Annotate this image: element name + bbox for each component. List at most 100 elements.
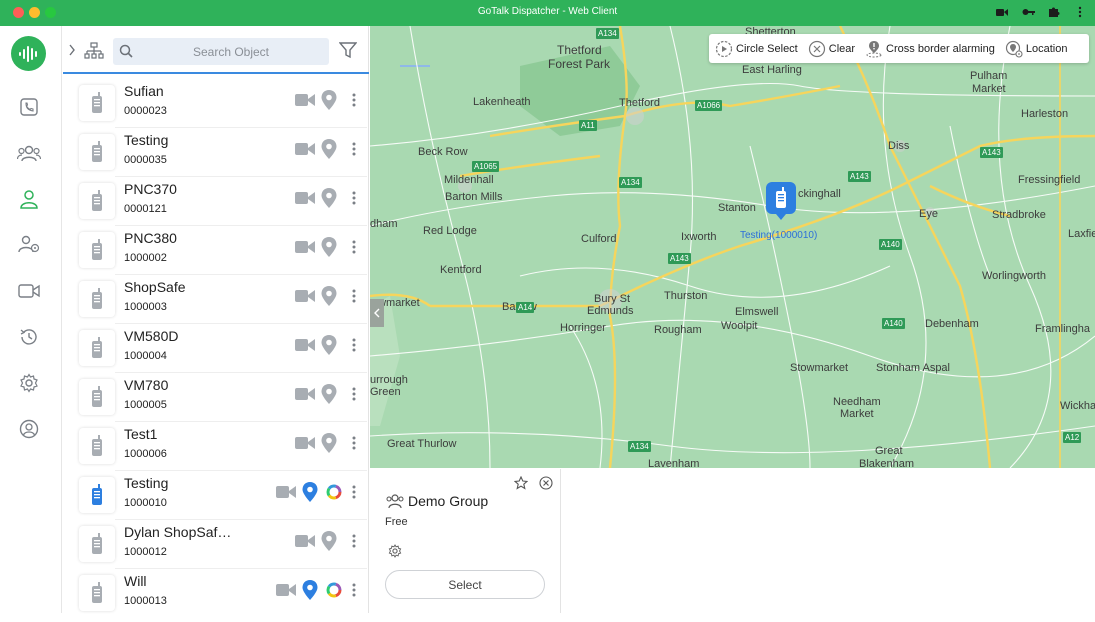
radio-device-icon [79, 575, 115, 611]
puzzle-extension-icon[interactable] [1047, 4, 1061, 20]
map-place-label: Stonham Aspal [876, 362, 950, 374]
location-pin-icon[interactable] [319, 335, 339, 355]
list-item[interactable]: VM580D 1000004 [63, 328, 369, 377]
object-name: VM580D [124, 328, 179, 344]
phone-icon[interactable] [17, 95, 41, 119]
object-name: Test1 [124, 426, 158, 442]
list-item[interactable]: Will 1000013 [63, 573, 369, 622]
more-options-icon[interactable] [344, 433, 364, 453]
more-options-icon[interactable] [344, 90, 364, 110]
location-pin-icon[interactable] [319, 531, 339, 551]
video-call-icon[interactable] [295, 237, 315, 257]
object-name: PNC370 [124, 181, 177, 197]
location-settings-icon [1005, 40, 1023, 58]
list-item[interactable]: Sufian 0000023 [63, 83, 369, 132]
filter-icon[interactable] [338, 42, 358, 64]
select-group-button[interactable]: Select [385, 570, 545, 599]
map-place-label: Edmunds [587, 305, 634, 317]
search-box [113, 38, 329, 65]
location-pin-icon[interactable] [319, 237, 339, 257]
close-icon[interactable] [539, 476, 553, 495]
video-call-icon[interactable] [295, 139, 315, 159]
key-extension-icon[interactable] [1021, 4, 1035, 20]
video-call-icon[interactable] [295, 335, 315, 355]
video-call-icon[interactable] [295, 188, 315, 208]
groups-icon[interactable] [17, 141, 41, 165]
list-item[interactable]: Testing 0000035 [63, 132, 369, 181]
org-tree-icon[interactable] [84, 42, 104, 65]
collapse-panel-handle[interactable] [370, 299, 384, 327]
location-pin-icon[interactable] [319, 286, 339, 306]
clear-button[interactable]: Clear [808, 40, 855, 58]
radio-device-icon [79, 379, 115, 415]
history-icon[interactable] [17, 325, 41, 349]
location-pin-icon[interactable] [319, 188, 339, 208]
clear-label: Clear [828, 42, 856, 55]
object-name: Testing [124, 132, 169, 148]
road-label: A134 [619, 177, 642, 188]
more-options-icon[interactable] [344, 384, 364, 404]
object-list: Sufian 0000023 Testing 0000035 PNC370 00… [63, 83, 369, 622]
video-icon[interactable] [17, 279, 41, 303]
video-call-icon[interactable] [276, 580, 296, 600]
list-item[interactable]: PNC380 1000002 [63, 230, 369, 279]
list-item[interactable]: Test1 1000006 [63, 426, 369, 475]
contacts-icon[interactable] [17, 187, 41, 211]
more-options-icon[interactable] [344, 139, 364, 159]
more-options-icon[interactable] [344, 335, 364, 355]
location-pin-icon[interactable] [319, 384, 339, 404]
list-item[interactable]: PNC370 0000121 [63, 181, 369, 230]
map-place-label: Blakenham [859, 458, 915, 468]
circle-select-button[interactable]: Circle Select [715, 40, 798, 58]
kebab-menu-icon[interactable] [1073, 4, 1087, 20]
more-options-icon[interactable] [344, 286, 364, 306]
list-item[interactable]: ShopSafe 1000003 [63, 279, 369, 328]
object-name: Testing [124, 475, 169, 491]
video-call-icon[interactable] [295, 531, 315, 551]
more-options-icon[interactable] [344, 237, 364, 257]
map-place-label: Harleston [1021, 108, 1069, 120]
map-place-label: dham [370, 218, 398, 230]
list-item[interactable]: Dylan ShopSaf… 1000012 [63, 524, 369, 573]
video-call-icon[interactable] [295, 433, 315, 453]
search-object-input[interactable] [139, 38, 323, 65]
location-button[interactable]: Location [1005, 40, 1067, 58]
map-toolbar: Circle Select Clear Cross border alarmin… [709, 34, 1089, 63]
group-settings-gear-icon[interactable] [388, 544, 402, 563]
radio-device-icon [79, 281, 115, 317]
list-item[interactable]: Testing 1000010 [63, 475, 369, 524]
search-icon [119, 44, 133, 63]
color-wheel-icon[interactable] [324, 580, 344, 600]
object-id: 1000006 [124, 448, 167, 460]
cross-border-alarming-button[interactable]: Cross border alarming [865, 40, 995, 58]
star-favorite-icon[interactable] [513, 475, 529, 495]
location-pin-active-icon[interactable] [300, 482, 320, 502]
video-call-icon[interactable] [295, 384, 315, 404]
more-options-icon[interactable] [344, 188, 364, 208]
radio-device-icon [79, 428, 115, 464]
road-label: A143 [980, 147, 1003, 158]
camera-extension-icon[interactable] [995, 4, 1009, 20]
users-management-icon[interactable] [17, 232, 41, 256]
location-pin-icon[interactable] [319, 90, 339, 110]
device-map-marker[interactable] [766, 182, 796, 220]
profile-icon[interactable] [17, 417, 41, 441]
color-wheel-icon[interactable] [324, 482, 344, 502]
location-pin-active-icon[interactable] [300, 580, 320, 600]
nav-rail [0, 26, 62, 613]
map-view[interactable]: Shetterton Thetford Forest Park East Har… [370, 26, 1095, 468]
video-call-icon[interactable] [276, 482, 296, 502]
video-call-icon[interactable] [295, 90, 315, 110]
more-options-icon[interactable] [344, 580, 364, 600]
radio-device-icon [79, 526, 115, 562]
group-card: Demo Group Free Select [370, 469, 561, 613]
settings-gear-icon[interactable] [17, 371, 41, 395]
video-call-icon[interactable] [295, 286, 315, 306]
location-pin-icon[interactable] [319, 433, 339, 453]
window-titlebar: GoTalk Dispatcher - Web Client [0, 0, 1095, 26]
more-options-icon[interactable] [344, 482, 364, 502]
location-pin-icon[interactable] [319, 139, 339, 159]
list-item[interactable]: VM780 1000005 [63, 377, 369, 426]
chevron-right-icon[interactable] [68, 43, 76, 61]
more-options-icon[interactable] [344, 531, 364, 551]
